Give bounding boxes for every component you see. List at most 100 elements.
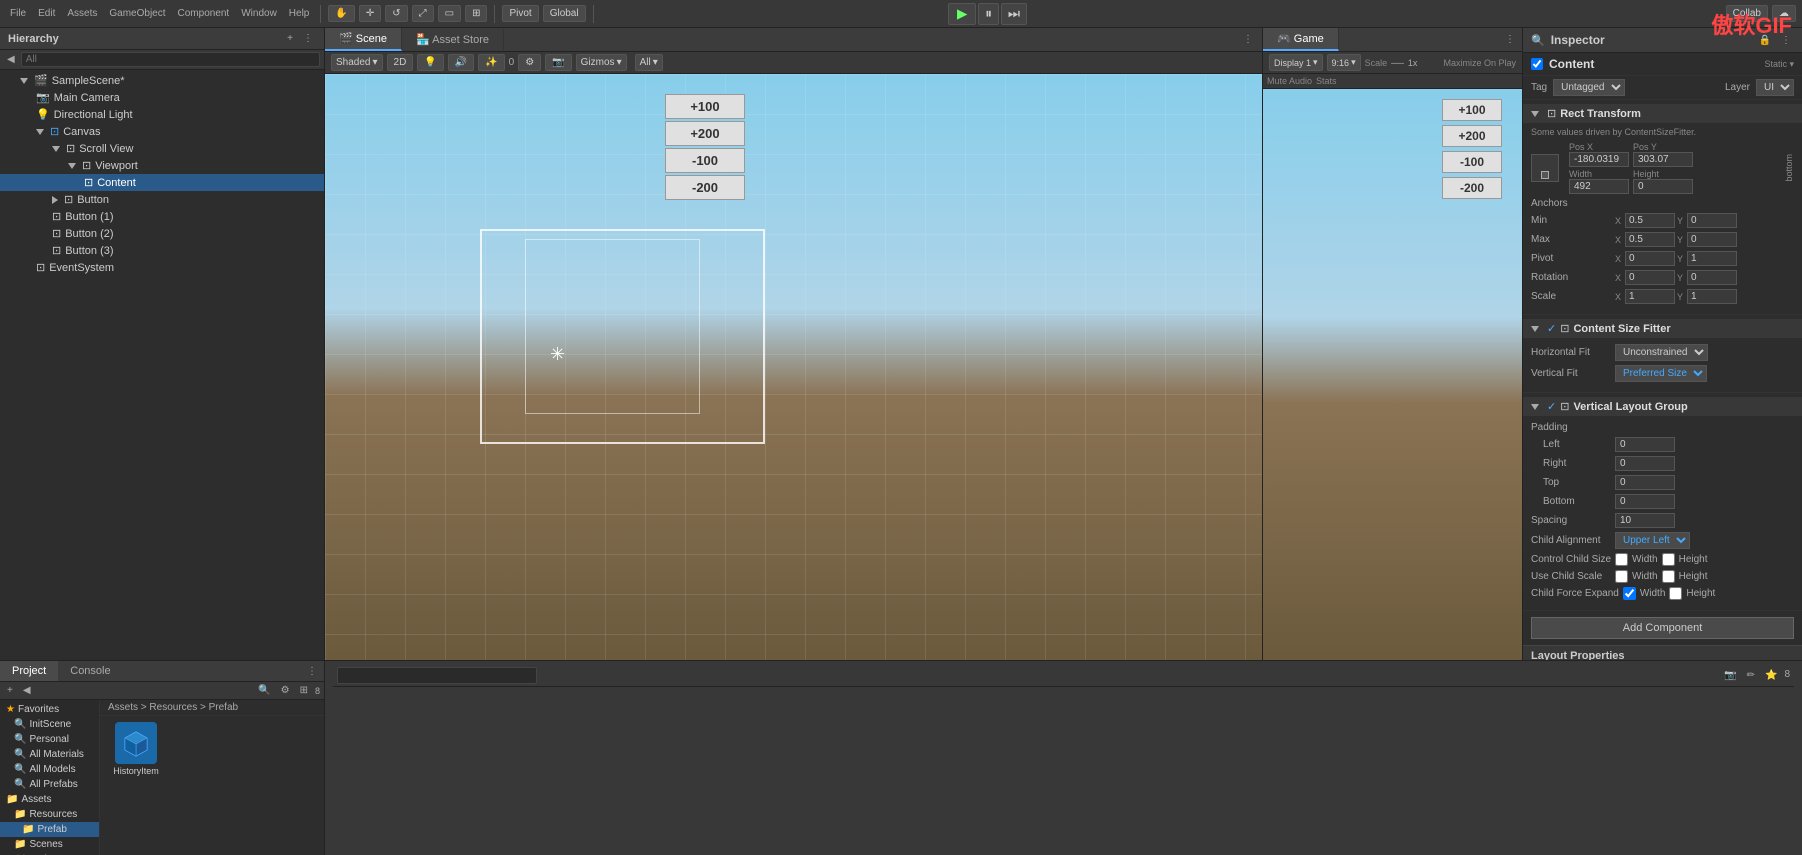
lights-btn[interactable]: 💡 [417,54,443,71]
hierarchy-item-content[interactable]: ⊡ Content [0,174,324,191]
rot-x[interactable] [1625,270,1675,285]
project-grid-btn[interactable]: ⊞ [297,684,311,697]
hierarchy-item-button2[interactable]: ⊡ Button (2) [0,225,324,242]
hierarchy-item-button1[interactable]: ⊡ Button (1) [0,208,324,225]
scale-height-checkbox[interactable] [1662,570,1675,583]
tab-console[interactable]: Console [58,661,122,681]
scene-extra-btn[interactable]: ⚙ [518,54,541,71]
aspect-dropdown[interactable]: 9:16 ▾ [1327,54,1361,71]
hierarchy-item-button3[interactable]: ⊡ Button (3) [0,242,324,259]
rotate-tool-btn[interactable]: ↺ [385,5,407,22]
menu-component[interactable]: Component [174,8,234,19]
bottom-icon1[interactable]: 📷 [1721,669,1739,682]
hierarchy-options-btn[interactable]: ⋮ [300,32,316,45]
right-input[interactable] [1615,456,1675,471]
scale-width-checkbox[interactable] [1615,570,1628,583]
hierarchy-item-samplescene[interactable]: 🎬 SampleScene* [0,72,324,89]
multi-tool-btn[interactable]: ⊞ [465,5,487,22]
object-name[interactable]: Content [1549,57,1758,71]
gizmos-dropdown[interactable]: Gizmos ▾ [576,54,627,71]
hierarchy-item-scrollview[interactable]: ⊡ Scroll View [0,140,324,157]
tab-scene[interactable]: 🎬 Scene [325,28,402,51]
scene-camera-btn[interactable]: 📷 [545,54,571,71]
tag-select[interactable]: Untagged [1553,79,1625,96]
scale-slider[interactable]: ── [1391,58,1404,68]
horiz-fit-select[interactable]: Unconstrained [1615,344,1708,361]
maximize-on-play[interactable]: Maximize On Play [1443,58,1516,68]
menu-file[interactable]: File [6,8,30,19]
control-width-checkbox[interactable] [1615,553,1628,566]
tab-project[interactable]: Project [0,661,58,681]
hierarchy-item-directionallight[interactable]: 💡 Directional Light [0,106,324,123]
proj-personal[interactable]: 🔍 Personal [0,732,99,747]
pivot-x[interactable] [1625,251,1675,266]
anchor-min-y[interactable] [1687,213,1737,228]
vert-fit-select[interactable]: Preferred Size [1615,365,1707,382]
scale-tool-btn[interactable]: ⤢ [412,5,434,22]
project-options-btn[interactable]: ⋮ [304,665,320,678]
step-button[interactable]: ⏭ [1001,3,1027,25]
hierarchy-item-eventsystem[interactable]: ⊡ EventSystem [0,259,324,276]
top-input[interactable] [1615,475,1675,490]
proj-resources[interactable]: 📁 Resources [0,807,99,822]
hierarchy-add-btn[interactable]: + [284,32,296,45]
asset-history-item[interactable]: HistoryItem [106,722,166,776]
scale-x[interactable] [1625,289,1675,304]
menu-help[interactable]: Help [285,8,314,19]
global-btn[interactable]: Global [543,5,586,22]
height-input[interactable] [1633,179,1693,194]
bottom-input[interactable] [1615,494,1675,509]
child-alignment-select[interactable]: Upper Left [1615,532,1690,549]
play-button[interactable]: ▶ [948,3,976,25]
control-height-checkbox[interactable] [1662,553,1675,566]
game-options-btn[interactable]: ⋮ [1502,33,1518,46]
anchor-diagram[interactable] [1531,154,1559,182]
rect-transform-header[interactable]: ⊡ Rect Transform [1523,104,1802,123]
display-dropdown[interactable]: Display 1 ▾ [1269,54,1323,71]
proj-all-models[interactable]: 🔍 All Models [0,762,99,777]
proj-scenes[interactable]: 📁 Scenes [0,837,99,852]
anchor-min-x[interactable] [1625,213,1675,228]
pos-x-input[interactable] [1569,152,1629,167]
proj-prefab[interactable]: 📁 Prefab [0,822,99,837]
hierarchy-search[interactable] [21,52,320,67]
proj-favorites[interactable]: ★ Favorites [0,702,99,717]
expand-width-checkbox[interactable] [1623,587,1636,600]
project-back-btn[interactable]: ◀ [20,684,34,697]
bottom-search-input[interactable] [337,667,537,684]
menu-edit[interactable]: Edit [34,8,59,19]
hierarchy-item-maincamera[interactable]: 📷 Main Camera [0,89,324,106]
scale-y[interactable] [1687,289,1737,304]
object-active-checkbox[interactable] [1531,58,1543,70]
scene-options-btn[interactable]: ⋮ [1240,33,1256,46]
bottom-icon3[interactable]: ⭐ [1762,669,1780,682]
project-search-icon-btn[interactable]: 🔍 [255,684,273,697]
pause-button[interactable]: ⏸ [978,3,999,25]
move-tool-btn[interactable]: ✛ [359,5,381,22]
menu-assets[interactable]: Assets [63,8,101,19]
hierarchy-back-btn[interactable]: ◀ [4,53,18,66]
all-dropdown[interactable]: All ▾ [635,54,663,71]
vlg-header[interactable]: ✓ ⊡ Vertical Layout Group [1523,397,1802,416]
expand-height-checkbox[interactable] [1669,587,1682,600]
fx-btn[interactable]: ✨ [478,54,504,71]
project-star-btn[interactable]: ⚙ [278,684,293,697]
layer-select[interactable]: UI [1756,79,1794,96]
proj-all-materials[interactable]: 🔍 All Materials [0,747,99,762]
hierarchy-item-viewport[interactable]: ⊡ Viewport [0,157,324,174]
proj-assets[interactable]: 📁 Assets [0,792,99,807]
tab-game[interactable]: 🎮 Game [1263,28,1339,51]
spacing-input[interactable] [1615,513,1675,528]
hierarchy-item-canvas[interactable]: ⊡ Canvas [0,123,324,140]
proj-all-prefabs[interactable]: 🔍 All Prefabs [0,777,99,792]
hierarchy-item-button[interactable]: ⊡ Button [0,191,324,208]
stats-label[interactable]: Stats [1316,76,1337,86]
menu-gameobject[interactable]: GameObject [105,8,169,19]
game-viewport[interactable]: +100 +200 -100 -200 [1263,89,1522,660]
anchor-max-y[interactable] [1687,232,1737,247]
2d-btn[interactable]: 2D [387,54,414,71]
menu-window[interactable]: Window [237,8,281,19]
hand-tool-btn[interactable]: ✋ [328,5,354,22]
pivot-btn[interactable]: Pivot [502,5,538,22]
left-input[interactable] [1615,437,1675,452]
